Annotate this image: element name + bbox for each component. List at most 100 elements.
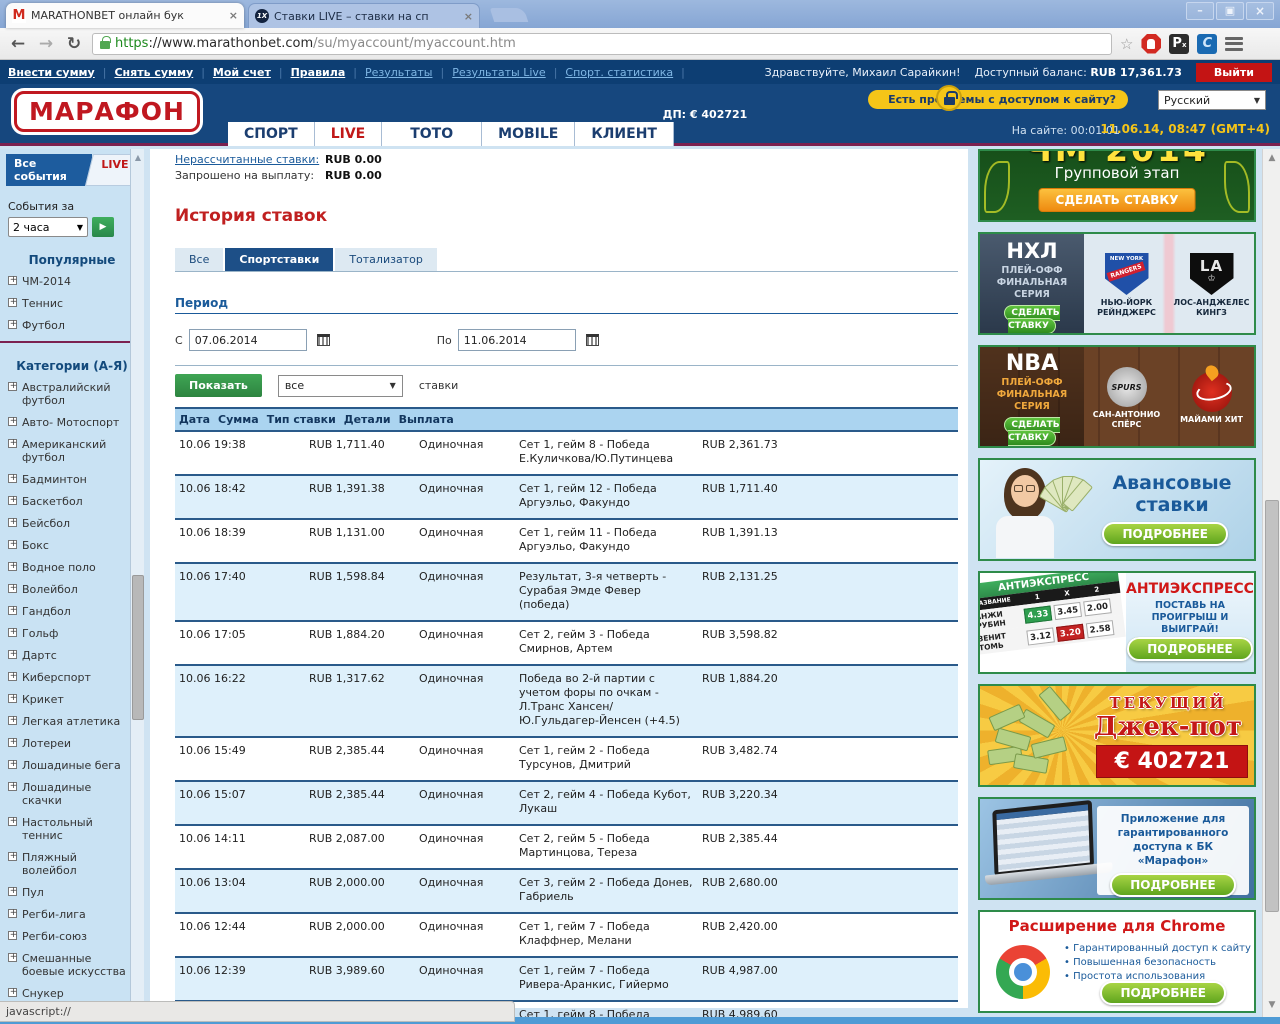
page-scrollbar[interactable]: ▲ ▼ [1262, 149, 1280, 1024]
expand-plus-icon[interactable] [8, 714, 18, 727]
sidebar-item-category[interactable]: Волейбол [8, 582, 144, 596]
banner-world-cup[interactable]: ЧМ 2014 Групповой этап СДЕЛАТЬ СТАВКУ [978, 149, 1256, 222]
expand-plus-icon[interactable] [8, 604, 18, 617]
browser-tab-marathonbet[interactable]: M MARATHONBET онлайн бук × [6, 3, 244, 28]
date-to-input[interactable] [457, 329, 576, 351]
language-select[interactable]: Русский ▼ [1158, 90, 1266, 110]
tab-close-icon[interactable]: × [464, 10, 473, 23]
place-bet-button[interactable]: СДЕЛАТЬ СТАВКУ [1004, 417, 1060, 446]
place-bet-button[interactable]: СДЕЛАТЬ СТАВКУ [1004, 305, 1060, 333]
back-button[interactable]: ← [8, 34, 28, 54]
utility-link[interactable]: Внести сумму [8, 66, 95, 79]
banner-access-app[interactable]: Приложение для гарантированного доступа … [978, 797, 1256, 900]
calendar-icon[interactable] [585, 334, 599, 346]
sidebar-item-category[interactable]: Австралийский футбол [8, 380, 144, 407]
nav-tab-sport[interactable]: СПОРТ [228, 122, 315, 146]
details-button[interactable]: ПОДРОБНЕЕ [1100, 981, 1226, 1005]
sidebar-item-category[interactable]: Водное поло [8, 560, 144, 574]
sidebar-item-category[interactable]: Лошадиные скачки [8, 780, 144, 807]
c-extension-icon[interactable]: C [1197, 33, 1218, 54]
expand-plus-icon[interactable] [8, 780, 18, 793]
expand-plus-icon[interactable] [8, 437, 18, 450]
expand-plus-icon[interactable] [8, 850, 18, 863]
access-problems-link[interactable]: Есть проблемы с доступом к сайту? [868, 90, 1128, 109]
expand-plus-icon[interactable] [8, 274, 18, 287]
sidebar-scrollbar-thumb[interactable] [132, 575, 144, 720]
nav-tab-live[interactable]: LIVE [314, 122, 383, 146]
period-select[interactable]: 2 часа ▼ [8, 217, 88, 237]
marafon-logo[interactable]: МАРАФОН [14, 91, 200, 132]
banner-advance-bets[interactable]: Авансовые ставки ПОДРОБНЕЕ [978, 458, 1256, 561]
logout-button[interactable]: Выйти [1195, 62, 1272, 82]
utility-link-secondary[interactable]: Результаты [365, 66, 433, 79]
expand-plus-icon[interactable] [8, 472, 18, 485]
banner-nba-final[interactable]: NBA ПЛЕЙ-ОФФ ФИНАЛЬНАЯ СЕРИЯ СДЕЛАТЬ СТА… [978, 345, 1256, 448]
unsettled-bets-link[interactable]: Нерассчитанные ставки: [175, 153, 325, 166]
banner-jackpot[interactable]: ТЕКУЩИЙ Джек-пот € 402721 [978, 684, 1256, 787]
expand-plus-icon[interactable] [8, 626, 18, 639]
scroll-up-icon[interactable]: ▲ [1265, 151, 1279, 165]
utility-link[interactable]: Правила [291, 66, 346, 79]
sidebar-item-category[interactable]: Лотереи [8, 736, 144, 750]
apply-period-button[interactable]: ▶ [92, 217, 114, 237]
nav-tab-mobile[interactable]: MOBILE [482, 122, 576, 146]
utility-link[interactable]: Снять сумму [114, 66, 193, 79]
expand-plus-icon[interactable] [8, 582, 18, 595]
tab-totalizator[interactable]: Тотализатор [335, 248, 437, 271]
sidebar-item-category[interactable]: Крикет [8, 692, 144, 706]
sidebar-item-category[interactable]: Авто- Мотоспорт [8, 415, 144, 429]
sidebar-item-category[interactable]: Бейсбол [8, 516, 144, 530]
sidebar-item-category[interactable]: Пул [8, 885, 144, 899]
scroll-up-icon[interactable]: ▲ [132, 151, 144, 164]
address-bar[interactable]: https://www.marathonbet.com/su/myaccount… [92, 32, 1112, 55]
window-minimize-button[interactable]: – [1186, 2, 1214, 20]
sidebar-item-category[interactable]: Смешанные боевые искусства [8, 951, 144, 978]
reload-button[interactable]: ↻ [64, 34, 84, 54]
new-tab-button[interactable] [489, 8, 529, 22]
sidebar-item-category[interactable]: Американский футбол [8, 437, 144, 464]
date-from-input[interactable] [188, 329, 307, 351]
tab-all-bets[interactable]: Все [175, 248, 224, 271]
nav-tab-toto[interactable]: ТОТО [382, 122, 483, 146]
tab-close-icon[interactable]: × [229, 9, 238, 22]
expand-plus-icon[interactable] [8, 318, 18, 331]
sidebar-item-popular[interactable]: Футбол [8, 318, 144, 332]
expand-plus-icon[interactable] [8, 415, 18, 428]
expand-plus-icon[interactable] [8, 885, 18, 898]
expand-plus-icon[interactable] [8, 907, 18, 920]
details-button[interactable]: ПОДРОБНЕЕ [1110, 873, 1236, 897]
utility-link-secondary[interactable]: Спорт. статистика [565, 66, 673, 79]
sidebar-item-category[interactable]: Гандбол [8, 604, 144, 618]
page-scrollbar-thumb[interactable] [1265, 500, 1279, 912]
expand-plus-icon[interactable] [8, 648, 18, 661]
expand-plus-icon[interactable] [8, 758, 18, 771]
sidebar-item-category[interactable]: Лошадиные бега [8, 758, 144, 772]
expand-plus-icon[interactable] [8, 670, 18, 683]
scroll-down-icon[interactable]: ▼ [1265, 998, 1279, 1012]
place-bet-button[interactable]: СДЕЛАТЬ СТАВКУ [1038, 188, 1196, 212]
sidebar-scrollbar[interactable]: ▲ [130, 149, 144, 1002]
sidebar-item-category[interactable]: Легкая атлетика [8, 714, 144, 728]
sidebar-item-category[interactable]: Гольф [8, 626, 144, 640]
sidebar-item-category[interactable]: Дартс [8, 648, 144, 662]
window-maximize-button[interactable]: ▣ [1216, 2, 1244, 20]
p-extension-icon[interactable]: Px [1169, 33, 1190, 54]
sidebar-item-category[interactable]: Баскетбол [8, 494, 144, 508]
expand-plus-icon[interactable] [8, 736, 18, 749]
window-close-button[interactable]: × [1246, 2, 1274, 20]
bookmark-star-icon[interactable]: ☆ [1120, 35, 1133, 53]
expand-plus-icon[interactable] [8, 815, 18, 828]
sidebar-item-category[interactable]: Пляжный волейбол [8, 850, 144, 877]
sidebar-item-popular[interactable]: ЧМ-2014 [8, 274, 144, 288]
browser-tab-stavki-live[interactable]: 1X Ставки LIVE – ставки на сп × [248, 3, 480, 28]
sidebar-item-category[interactable]: Настольный теннис [8, 815, 144, 842]
browser-menu-icon[interactable] [1225, 36, 1244, 51]
utility-link[interactable]: Мой счет [213, 66, 271, 79]
sidebar-item-category[interactable]: Бадминтон [8, 472, 144, 486]
sidebar-item-category[interactable]: Снукер [8, 986, 144, 1000]
show-button[interactable]: Показать [175, 374, 262, 397]
banner-antiexpress[interactable]: АНТИЭКСПРЕСС НАЗВАНИЕ 1 X 2 АНЖИ РУБИН 4… [978, 571, 1256, 674]
expand-plus-icon[interactable] [8, 296, 18, 309]
sidebar-tab-all-events[interactable]: Все события [6, 154, 92, 186]
sidebar-item-popular[interactable]: Теннис [8, 296, 144, 310]
